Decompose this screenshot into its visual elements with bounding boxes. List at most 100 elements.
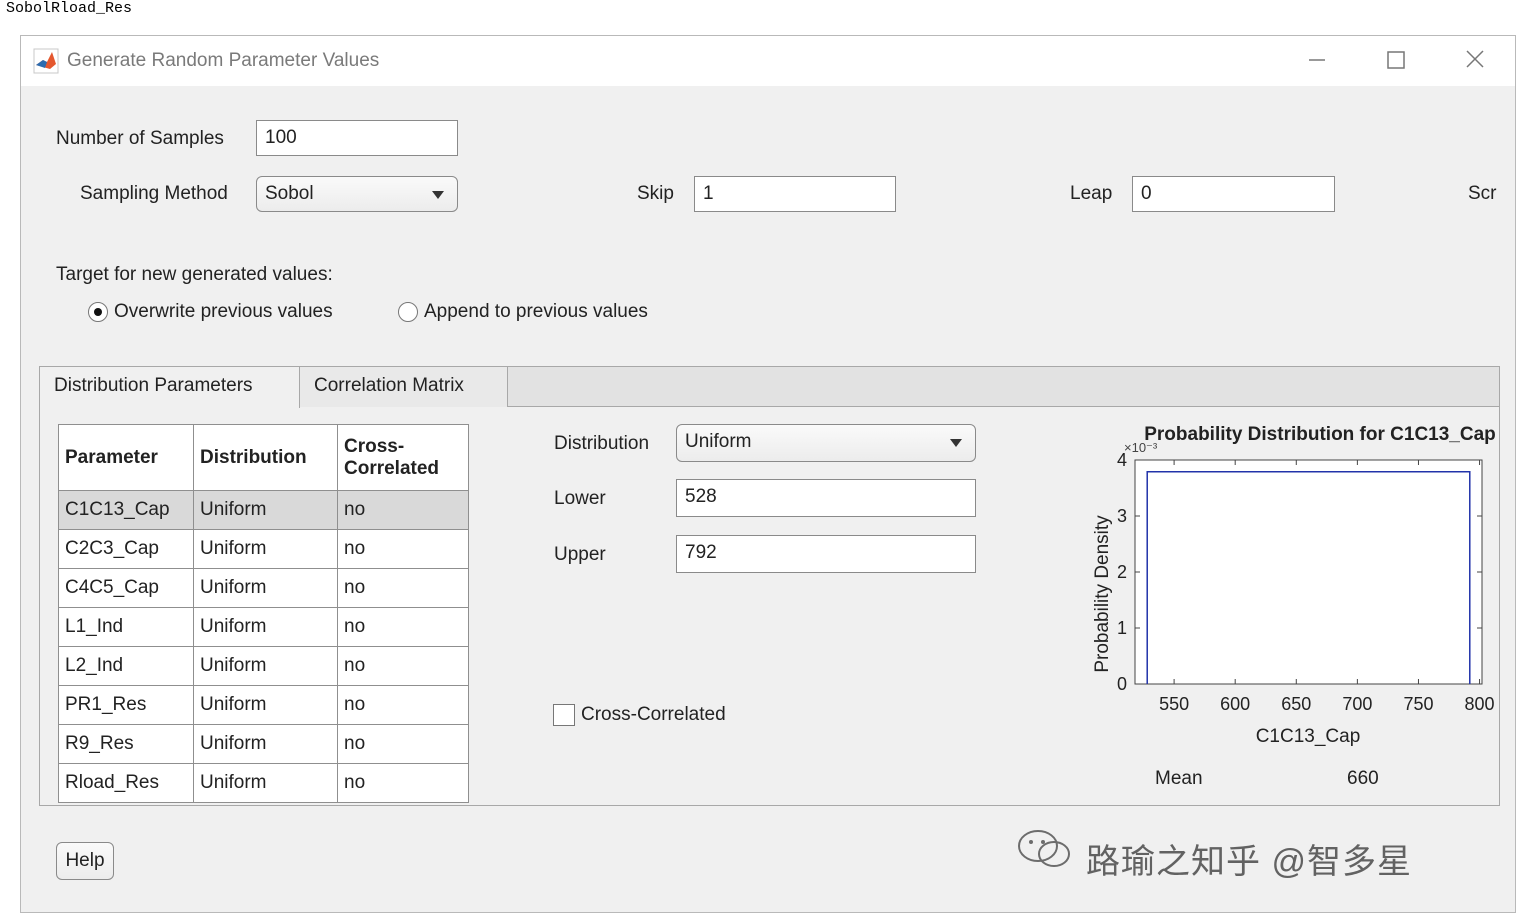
cell-cross[interactable]: no xyxy=(337,763,469,803)
y-tick-label: 0 xyxy=(1117,674,1127,694)
column-header-parameter[interactable]: Parameter xyxy=(58,424,194,491)
plot-area xyxy=(1134,459,1483,685)
x-tick-label: 750 xyxy=(1403,694,1433,714)
num-samples-input[interactable]: 100 xyxy=(256,120,458,156)
table-row[interactable]: C4C5_Cap Uniform no xyxy=(58,568,469,608)
column-header-distribution[interactable]: Distribution xyxy=(193,424,338,491)
lower-label: Lower xyxy=(554,488,606,509)
cell-parameter[interactable]: C1C13_Cap xyxy=(58,490,194,530)
column-header-cross-correlated[interactable]: Cross- Correlated xyxy=(337,424,469,491)
sampling-method-value: Sobol xyxy=(265,183,314,204)
distribution-dropdown[interactable]: Uniform xyxy=(676,424,976,462)
tab-distribution-parameters[interactable]: Distribution Parameters xyxy=(40,367,300,408)
x-tick-label: 800 xyxy=(1465,694,1495,714)
distribution-label: Distribution xyxy=(554,433,650,454)
table-row[interactable]: C2C3_Cap Uniform no xyxy=(58,529,469,569)
table-row[interactable]: L1_Ind Uniform no xyxy=(58,607,469,647)
table-row[interactable]: Rload_Res Uniform no xyxy=(58,763,469,803)
cell-distribution[interactable]: Uniform xyxy=(193,685,338,725)
sampling-method-dropdown[interactable]: Sobol xyxy=(256,176,458,212)
target-label: Target for new generated values: xyxy=(56,264,333,285)
cell-parameter[interactable]: L1_Ind xyxy=(58,607,194,647)
table-row[interactable]: C1C13_Cap Uniform no xyxy=(58,490,469,530)
title-bar[interactable]: Generate Random Parameter Values xyxy=(21,36,1515,86)
cell-distribution[interactable]: Uniform xyxy=(193,490,338,530)
upper-input[interactable]: 792 xyxy=(676,535,976,573)
chevron-down-icon xyxy=(949,434,963,448)
table-row[interactable]: R9_Res Uniform no xyxy=(58,724,469,764)
close-icon[interactable] xyxy=(1455,42,1495,78)
tab-group: Distribution Parameters Correlation Matr… xyxy=(39,366,1500,806)
cross-correlated-label: Cross-Correlated xyxy=(581,704,726,725)
cell-distribution[interactable]: Uniform xyxy=(193,646,338,686)
window-title: Generate Random Parameter Values xyxy=(67,50,380,71)
cell-parameter[interactable]: Rload_Res xyxy=(58,763,194,803)
cell-parameter[interactable]: PR1_Res xyxy=(58,685,194,725)
y-exponent-label: ×10⁻³ xyxy=(1124,440,1158,455)
help-button[interactable]: Help xyxy=(56,842,114,880)
cross-header-line2: Correlated xyxy=(344,457,440,479)
cell-parameter[interactable]: L2_Ind xyxy=(58,646,194,686)
table-row[interactable]: L2_Ind Uniform no xyxy=(58,646,469,686)
wechat-icon xyxy=(1018,830,1070,867)
mean-value: 660 xyxy=(1347,768,1379,789)
distribution-value: Uniform xyxy=(685,431,752,452)
chevron-down-icon xyxy=(431,186,445,200)
skip-input[interactable]: 1 xyxy=(694,176,896,212)
cell-distribution[interactable]: Uniform xyxy=(193,724,338,764)
dialog-window: Generate Random Parameter Values Number … xyxy=(20,35,1516,913)
cross-header-line1: Cross- xyxy=(344,435,405,457)
upper-label: Upper xyxy=(554,544,606,565)
radio-selected-icon xyxy=(88,302,108,322)
y-tick-label: 1 xyxy=(1117,618,1127,638)
radio-unselected-icon xyxy=(398,302,418,322)
watermark: 路瑜之知乎 @智多星 xyxy=(1016,824,1486,884)
overwrite-radio-label: Overwrite previous values xyxy=(114,301,333,322)
x-tick-label: 650 xyxy=(1281,694,1311,714)
cell-parameter[interactable]: C4C5_Cap xyxy=(58,568,194,608)
cell-cross[interactable]: no xyxy=(337,685,469,725)
maximize-icon[interactable] xyxy=(1375,42,1415,78)
x-axis-label: C1C13_Cap xyxy=(1256,726,1361,747)
cell-distribution[interactable]: Uniform xyxy=(193,568,338,608)
probability-distribution-chart: Probability Distribution for C1C13_Cap ×… xyxy=(1092,424,1496,789)
minimize-icon[interactable] xyxy=(1297,42,1337,78)
cell-cross[interactable]: no xyxy=(337,724,469,764)
y-tick-label: 3 xyxy=(1117,506,1127,526)
cell-cross[interactable]: no xyxy=(337,607,469,647)
watermark-text: 路瑜之知乎 @智多星 xyxy=(1086,843,1412,881)
cell-distribution[interactable]: Uniform xyxy=(193,763,338,803)
num-samples-label: Number of Samples xyxy=(56,128,224,149)
cell-distribution[interactable]: Uniform xyxy=(193,607,338,647)
scramble-label: Scr xyxy=(1468,183,1497,204)
table-header-row: Parameter Distribution Cross- Correlated xyxy=(58,424,469,491)
cell-cross[interactable]: no xyxy=(337,529,469,569)
cell-distribution[interactable]: Uniform xyxy=(193,529,338,569)
mean-label: Mean xyxy=(1155,768,1203,789)
cross-correlated-checkbox[interactable]: Cross-Correlated xyxy=(553,704,726,726)
x-tick-label: 700 xyxy=(1342,694,1372,714)
tab-correlation-matrix[interactable]: Correlation Matrix xyxy=(300,367,508,407)
sampling-method-label: Sampling Method xyxy=(80,183,228,204)
cell-cross[interactable]: no xyxy=(337,568,469,608)
x-tick-label: 550 xyxy=(1159,694,1189,714)
checkbox-unchecked-icon xyxy=(553,704,575,726)
y-tick-label: 4 xyxy=(1117,450,1127,470)
y-tick-label: 2 xyxy=(1117,562,1127,582)
cell-cross[interactable]: no xyxy=(337,646,469,686)
workspace-output-text: SobolRload_Res xyxy=(6,0,133,17)
append-radio[interactable]: Append to previous values xyxy=(398,301,648,323)
leap-label: Leap xyxy=(1070,183,1113,204)
parameters-table: Parameter Distribution Cross- Correlated… xyxy=(58,424,469,803)
append-radio-label: Append to previous values xyxy=(424,301,648,322)
cell-parameter[interactable]: C2C3_Cap xyxy=(58,529,194,569)
cell-parameter[interactable]: R9_Res xyxy=(58,724,194,764)
overwrite-radio[interactable]: Overwrite previous values xyxy=(88,301,333,323)
matlab-logo-icon xyxy=(33,48,59,74)
y-axis-label: Probability Density xyxy=(1092,515,1113,673)
lower-input[interactable]: 528 xyxy=(676,479,976,517)
chart-title: Probability Distribution for C1C13_Cap xyxy=(1144,424,1496,445)
table-row[interactable]: PR1_Res Uniform no xyxy=(58,685,469,725)
cell-cross[interactable]: no xyxy=(337,490,469,530)
leap-input[interactable]: 0 xyxy=(1132,176,1335,212)
